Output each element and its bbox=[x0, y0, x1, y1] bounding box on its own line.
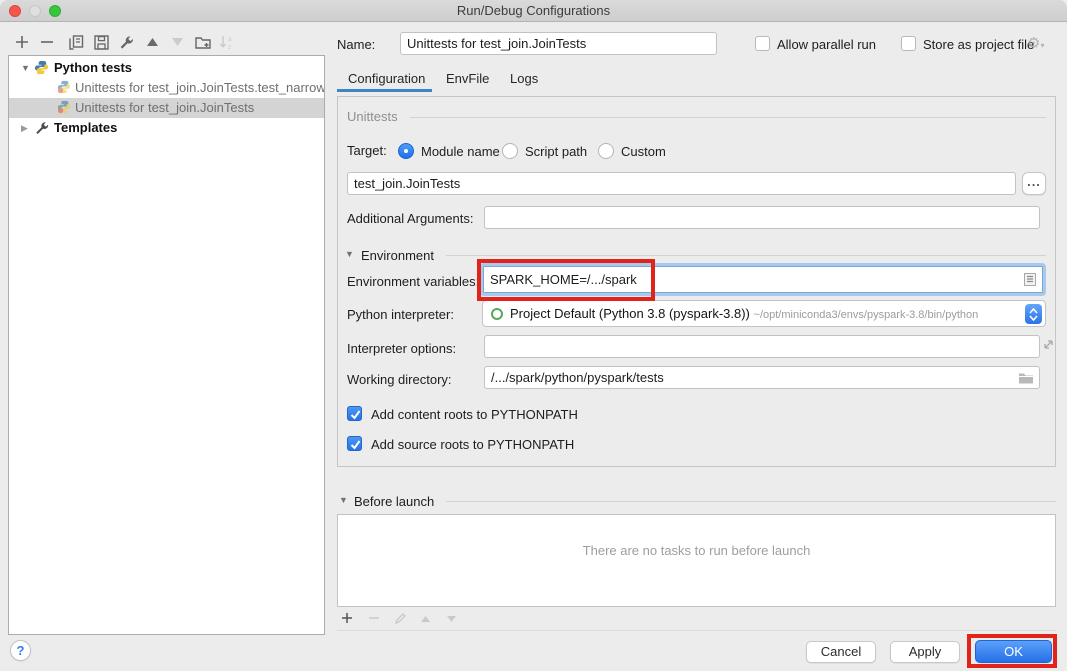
radio-custom[interactable] bbox=[598, 143, 614, 159]
chevron-expanded-icon[interactable]: ▼ bbox=[21, 58, 30, 78]
active-tab-underline bbox=[337, 89, 432, 92]
add-content-roots-label[interactable]: Add content roots to PYTHONPATH bbox=[371, 407, 578, 422]
wrench-icon bbox=[35, 120, 50, 138]
target-label: Target: bbox=[347, 143, 387, 158]
add-configuration-icon[interactable] bbox=[14, 34, 30, 50]
allow-parallel-run-label: Allow parallel run bbox=[777, 37, 876, 52]
check-icon bbox=[349, 408, 362, 421]
cancel-button[interactable]: Cancel bbox=[806, 641, 876, 663]
highlight-env-vars-annotation bbox=[477, 259, 655, 301]
gear-icon[interactable]: ⚙▾ bbox=[1027, 36, 1044, 53]
before-launch-empty-text: There are no tasks to run before launch bbox=[338, 543, 1055, 558]
radio-module-name-label[interactable]: Module name bbox=[421, 144, 500, 159]
before-launch-title: Before launch bbox=[354, 494, 434, 509]
before-launch-task-list: There are no tasks to run before launch bbox=[337, 514, 1056, 607]
python-interpreter-select[interactable]: Project Default (Python 3.8 (pyspark-3.8… bbox=[482, 300, 1046, 327]
unittests-group-title: Unittests bbox=[347, 109, 398, 124]
help-button[interactable]: ? bbox=[10, 640, 31, 661]
svg-text:z: z bbox=[228, 44, 231, 50]
tree-item-python-tests[interactable]: ▼ Python tests bbox=[9, 58, 324, 78]
configurations-tree: ▼ Python tests Unittests for test_join.J… bbox=[8, 55, 325, 635]
tree-item-label: Unittests for test_join.JoinTests bbox=[75, 98, 254, 118]
footer-separator bbox=[337, 630, 1056, 631]
name-input[interactable]: Unittests for test_join.JoinTests bbox=[400, 32, 717, 55]
python-interpreter-value: Project Default (Python 3.8 (pyspark-3.8… bbox=[510, 306, 750, 321]
radio-module-name[interactable] bbox=[398, 143, 414, 159]
move-task-down-icon[interactable] bbox=[444, 612, 458, 626]
expand-field-icon[interactable] bbox=[1042, 338, 1055, 351]
environment-section-title: Environment bbox=[361, 248, 434, 263]
before-launch-collapse-icon[interactable]: ▼ bbox=[339, 495, 348, 505]
copy-configuration-icon[interactable] bbox=[68, 34, 84, 50]
close-window-button[interactable] bbox=[9, 5, 21, 17]
window-title: Run/Debug Configurations bbox=[0, 0, 1067, 21]
zoom-window-button[interactable] bbox=[49, 5, 61, 17]
new-folder-icon[interactable] bbox=[195, 34, 211, 50]
run-debug-configurations-dialog: Run/Debug Configurations az ▼ Python tes… bbox=[0, 0, 1067, 671]
sort-configurations-icon[interactable]: az bbox=[218, 34, 234, 50]
additional-arguments-input[interactable] bbox=[484, 206, 1040, 229]
title-bar: Run/Debug Configurations bbox=[0, 0, 1067, 22]
tree-item-unittest-narrow[interactable]: Unittests for test_join.JoinTests.test_n… bbox=[9, 78, 324, 98]
environment-variables-label: Environment variables: bbox=[347, 274, 479, 289]
edit-task-icon[interactable] bbox=[393, 611, 407, 625]
browse-variables-icon[interactable] bbox=[1024, 273, 1036, 286]
target-input[interactable]: test_join.JoinTests bbox=[347, 172, 1016, 195]
environment-collapse-icon[interactable]: ▼ bbox=[345, 249, 354, 259]
edit-templates-icon[interactable] bbox=[119, 34, 135, 50]
python-interpreter-label: Python interpreter: bbox=[347, 307, 454, 322]
add-source-roots-checkbox[interactable] bbox=[347, 436, 362, 451]
interpreter-options-label: Interpreter options: bbox=[347, 341, 456, 356]
python-test-icon bbox=[57, 80, 71, 98]
additional-arguments-label: Additional Arguments: bbox=[347, 211, 473, 226]
browse-button[interactable]: ... bbox=[1022, 172, 1046, 195]
check-icon bbox=[349, 438, 362, 451]
python-test-icon bbox=[57, 100, 71, 118]
move-task-up-icon[interactable] bbox=[418, 612, 432, 626]
tree-item-unittest-jointests-selected[interactable]: Unittests for test_join.JoinTests bbox=[9, 98, 324, 118]
radio-script-path-label[interactable]: Script path bbox=[525, 144, 587, 159]
apply-button[interactable]: Apply bbox=[890, 641, 960, 663]
remove-task-icon[interactable] bbox=[367, 611, 381, 625]
move-up-icon[interactable] bbox=[144, 34, 160, 50]
tab-logs[interactable]: Logs bbox=[510, 71, 538, 86]
add-task-icon[interactable] bbox=[340, 611, 354, 625]
svg-text:a: a bbox=[228, 36, 232, 43]
minimize-window-button[interactable] bbox=[29, 5, 41, 17]
add-source-roots-label[interactable]: Add source roots to PYTHONPATH bbox=[371, 437, 574, 452]
highlight-ok-annotation bbox=[967, 634, 1057, 668]
save-configuration-icon[interactable] bbox=[93, 34, 109, 50]
radio-script-path[interactable] bbox=[502, 143, 518, 159]
tab-configuration[interactable]: Configuration bbox=[348, 71, 425, 86]
tree-item-label: Templates bbox=[54, 118, 117, 138]
select-stepper-icon[interactable] bbox=[1025, 304, 1042, 324]
before-launch-rule bbox=[446, 501, 1056, 502]
add-content-roots-checkbox[interactable] bbox=[347, 406, 362, 421]
python-interpreter-path: ~/opt/miniconda3/envs/pyspark-3.8/bin/py… bbox=[754, 309, 979, 321]
folder-browse-icon[interactable] bbox=[1018, 371, 1034, 384]
group-title-rule bbox=[410, 117, 1046, 118]
working-directory-input[interactable]: /.../spark/python/pyspark/tests bbox=[484, 366, 1040, 389]
chevron-collapsed-icon[interactable]: ▶ bbox=[21, 118, 28, 138]
store-as-project-file-label: Store as project file bbox=[923, 37, 1034, 52]
radio-custom-label[interactable]: Custom bbox=[621, 144, 666, 159]
working-directory-label: Working directory: bbox=[347, 372, 452, 387]
tree-item-label: Python tests bbox=[54, 58, 132, 78]
tab-envfile[interactable]: EnvFile bbox=[446, 71, 489, 86]
python-icon bbox=[34, 60, 49, 78]
store-as-project-file-checkbox[interactable] bbox=[901, 36, 916, 51]
name-label: Name: bbox=[337, 37, 375, 52]
environment-section-rule bbox=[446, 255, 1046, 256]
interpreter-options-input[interactable] bbox=[484, 335, 1040, 358]
allow-parallel-run-checkbox[interactable] bbox=[755, 36, 770, 51]
remove-configuration-icon[interactable] bbox=[39, 34, 55, 50]
move-down-icon[interactable] bbox=[169, 34, 185, 50]
tree-item-label: Unittests for test_join.JoinTests.test_n… bbox=[75, 78, 324, 98]
tree-item-templates[interactable]: ▶ Templates bbox=[9, 118, 324, 138]
conda-env-icon bbox=[491, 308, 503, 320]
